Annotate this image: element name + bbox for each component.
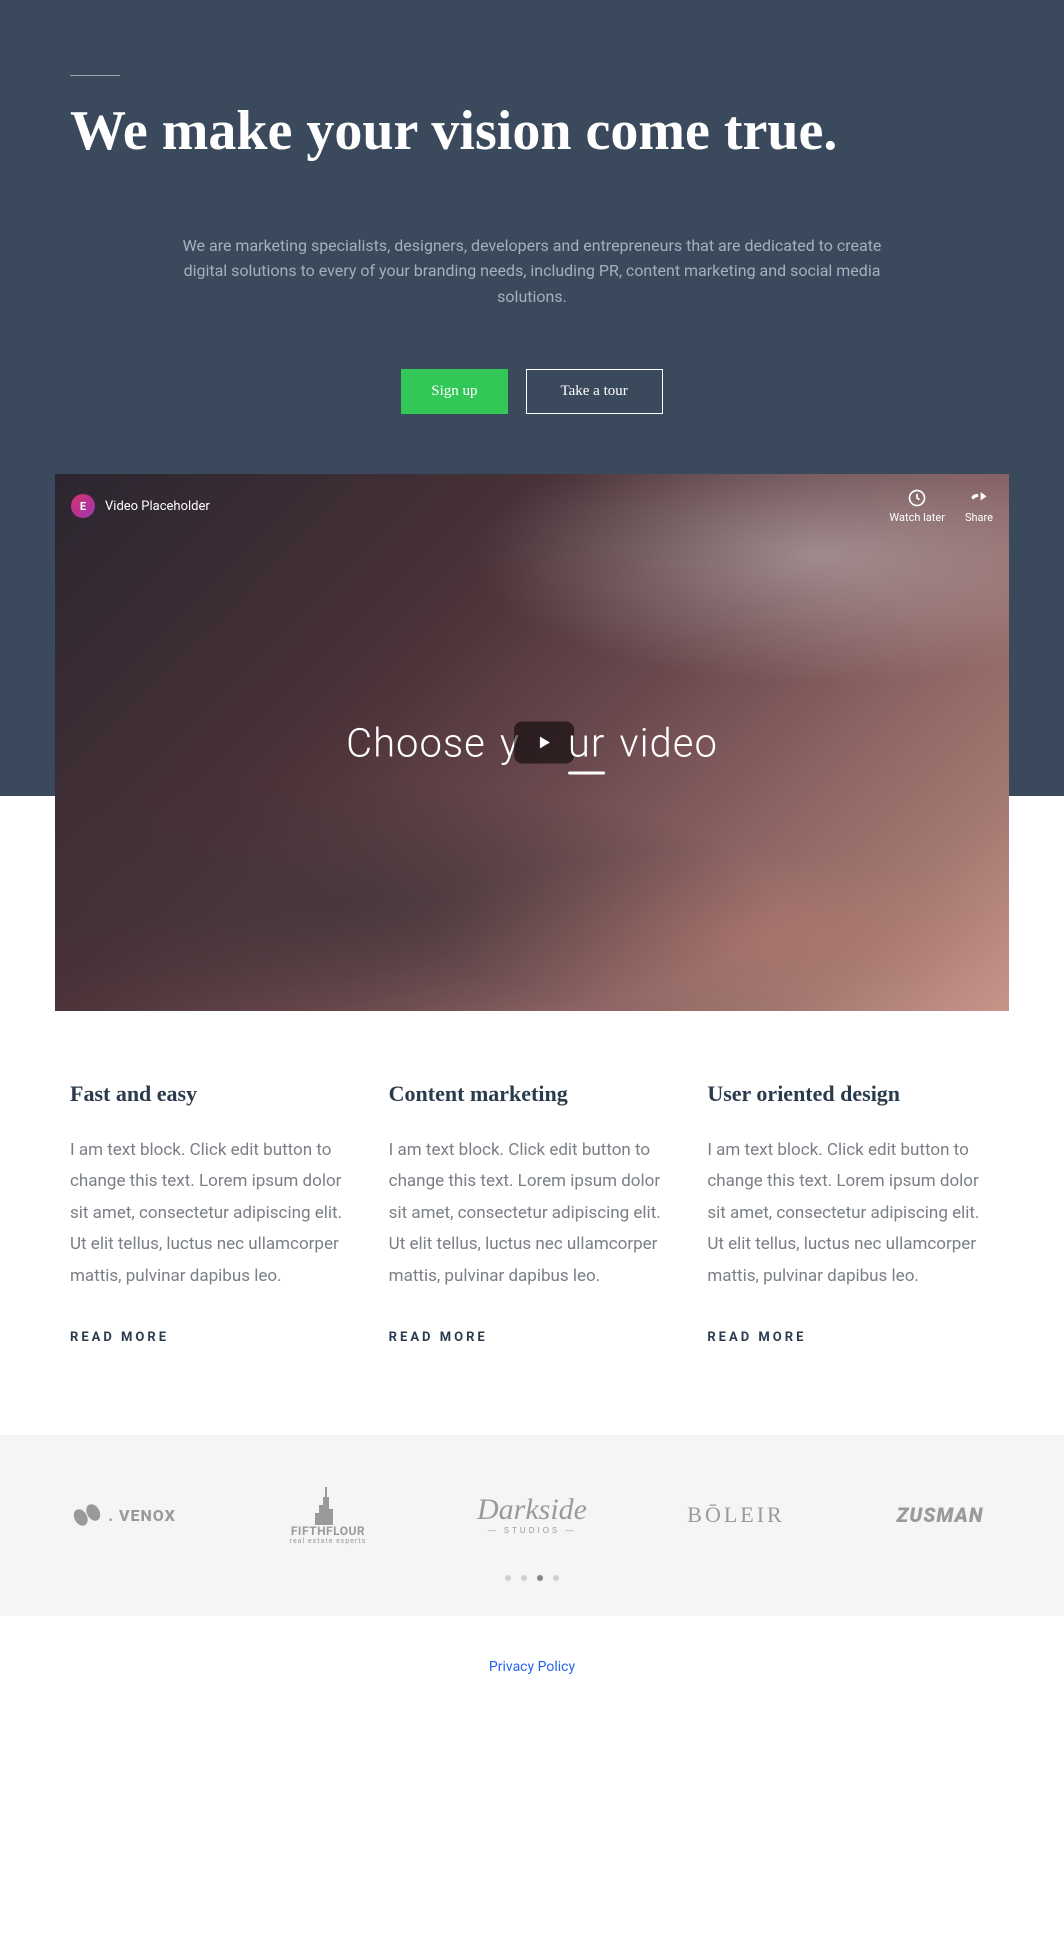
- video-overlay-text: Choose y ur video: [346, 719, 718, 766]
- video-title: Video Placeholder: [105, 499, 210, 514]
- share-button[interactable]: Share: [965, 488, 993, 524]
- darkside-subtitle: — STUDIOS —: [487, 1527, 576, 1535]
- feature-title: Content marketing: [389, 1081, 676, 1107]
- client-logos-section: . VENOX FIFTHFLOUR real estate experts D…: [0, 1435, 1064, 1616]
- logo-darkside: Darkside — STUDIOS —: [440, 1480, 624, 1550]
- carousel-dot-2[interactable]: [521, 1575, 527, 1581]
- tour-button[interactable]: Take a tour: [526, 369, 663, 414]
- feature-3: User oriented design I am text block. Cl…: [707, 1081, 994, 1345]
- privacy-policy-link[interactable]: Privacy Policy: [489, 1659, 575, 1675]
- watch-later-button[interactable]: Watch later: [889, 488, 945, 524]
- feature-title: Fast and easy: [70, 1081, 357, 1107]
- feature-title: User oriented design: [707, 1081, 994, 1107]
- play-icon: [534, 733, 554, 753]
- footer: Privacy Policy: [0, 1616, 1064, 1715]
- venox-icon: [72, 1500, 102, 1530]
- carousel-dots: [20, 1575, 1044, 1581]
- share-label: Share: [965, 511, 993, 524]
- read-more-link[interactable]: READ MORE: [389, 1330, 488, 1345]
- feature-text: I am text block. Click edit button to ch…: [389, 1135, 676, 1292]
- feature-text: I am text block. Click edit button to ch…: [707, 1135, 994, 1292]
- decorative-line: [70, 75, 120, 76]
- logo-venox: . VENOX: [32, 1480, 216, 1550]
- video-actions: Watch later Share: [889, 488, 993, 524]
- clock-icon: [907, 488, 927, 508]
- boleir-text: BŌLEIR: [687, 1502, 784, 1528]
- watch-later-label: Watch later: [889, 511, 945, 524]
- read-more-link[interactable]: READ MORE: [70, 1330, 169, 1345]
- feature-1: Fast and easy I am text block. Click edi…: [70, 1081, 357, 1345]
- carousel-dot-3[interactable]: [537, 1575, 543, 1581]
- share-icon: [969, 488, 989, 508]
- logo-boleir: BŌLEIR: [644, 1480, 828, 1550]
- elementor-icon: E: [71, 494, 95, 518]
- feature-2: Content marketing I am text block. Click…: [389, 1081, 676, 1345]
- signup-button[interactable]: Sign up: [401, 369, 507, 414]
- video-player[interactable]: E Video Placeholder Watch later Share Ch…: [55, 474, 1009, 1011]
- logos-carousel[interactable]: . VENOX FIFTHFLOUR real estate experts D…: [32, 1480, 1032, 1550]
- read-more-link[interactable]: READ MORE: [707, 1330, 806, 1345]
- fifthflour-subtitle: real estate experts: [290, 1538, 367, 1546]
- play-button[interactable]: [514, 722, 574, 764]
- hero-title: We make your vision come true.: [70, 101, 994, 163]
- fifthflour-text: FIFTHFLOUR: [291, 1525, 365, 1538]
- darkside-text: Darkside: [477, 1495, 587, 1525]
- features-section: Fast and easy I am text block. Click edi…: [0, 1011, 1064, 1435]
- hero-section: We make your vision come true. We are ma…: [0, 0, 1064, 1011]
- video-topbar: E Video Placeholder Watch later Share: [55, 474, 1009, 538]
- video-container: E Video Placeholder Watch later Share Ch…: [55, 474, 1009, 1011]
- logo-zusman: ZUSMAN: [848, 1480, 1032, 1550]
- hero-button-row: Sign up Take a tour: [70, 369, 994, 414]
- logo-fifthflour: FIFTHFLOUR real estate experts: [236, 1480, 420, 1550]
- zusman-text: ZUSMAN: [897, 1503, 984, 1527]
- hero-subtitle: We are marketing specialists, designers,…: [182, 233, 882, 310]
- overlay-word-1: Choose: [346, 719, 486, 766]
- building-icon: [313, 1485, 343, 1525]
- overlay-word-3: video: [619, 719, 718, 766]
- video-brand: E Video Placeholder: [71, 488, 210, 524]
- carousel-dot-1[interactable]: [505, 1575, 511, 1581]
- carousel-dot-4[interactable]: [553, 1575, 559, 1581]
- feature-text: I am text block. Click edit button to ch…: [70, 1135, 357, 1292]
- venox-text: . VENOX: [108, 1506, 176, 1525]
